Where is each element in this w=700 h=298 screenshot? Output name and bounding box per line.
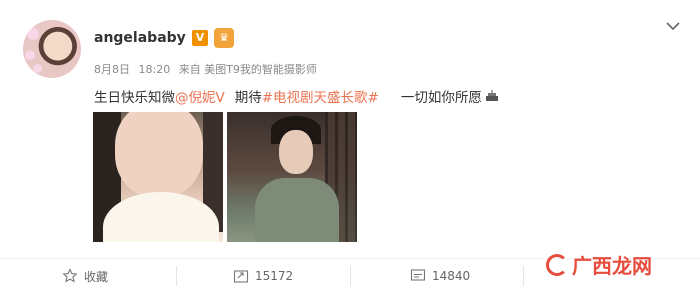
photo-detail — [279, 130, 313, 174]
photo-detail — [255, 178, 339, 242]
post-time[interactable]: 18:20 — [139, 63, 171, 76]
avatar-flower-decoration — [25, 50, 35, 60]
cake-icon — [485, 90, 499, 105]
avatar[interactable] — [23, 20, 81, 78]
star-icon — [62, 268, 78, 283]
comment-button[interactable]: 14840 — [410, 266, 470, 286]
separator — [350, 266, 351, 286]
topic-link[interactable]: #电视剧天盛长歌# — [262, 90, 379, 106]
crown-icon[interactable]: ♛ — [214, 28, 234, 48]
post-text-part: 期待 — [234, 90, 262, 106]
post-text-part: 一切如你所愿 — [400, 90, 482, 106]
repost-count: 15172 — [255, 269, 294, 283]
watermark: 广西龙网 — [546, 250, 652, 279]
post-meta: 8月8日 18:20 来自 美图T9我的智能摄影师 — [94, 61, 322, 77]
favorite-label: 收藏 — [84, 269, 109, 284]
post-text: 生日快乐知微@倪妮V 期待#电视剧天盛长歌# 一切如你所愿 — [94, 86, 499, 106]
post-date[interactable]: 8月8日 — [94, 63, 130, 76]
post-photo-2[interactable] — [227, 112, 357, 242]
repost-icon — [233, 270, 249, 283]
comment-count: 14840 — [432, 269, 471, 283]
post-text-part: 生日快乐知微 — [94, 90, 175, 106]
separator — [523, 266, 524, 286]
repost-button[interactable]: 15172 — [233, 266, 293, 286]
favorite-button[interactable]: 收藏 — [62, 266, 108, 286]
watermark-text: 广西龙网 — [572, 254, 652, 278]
avatar-flower-decoration — [33, 64, 42, 73]
mention-link[interactable]: @倪妮V — [175, 90, 225, 106]
post-photo-1[interactable] — [93, 112, 223, 242]
comment-icon — [410, 269, 426, 281]
chevron-down-icon[interactable] — [664, 20, 682, 34]
avatar-flower-decoration — [27, 28, 39, 40]
photo-detail — [115, 112, 203, 198]
watermark-logo-icon — [546, 253, 568, 276]
username[interactable]: angelababy — [94, 30, 186, 46]
verified-badge-icon: V — [192, 30, 208, 46]
separator — [176, 266, 177, 286]
post-source[interactable]: 来自 美图T9我的智能摄影师 — [179, 63, 317, 76]
